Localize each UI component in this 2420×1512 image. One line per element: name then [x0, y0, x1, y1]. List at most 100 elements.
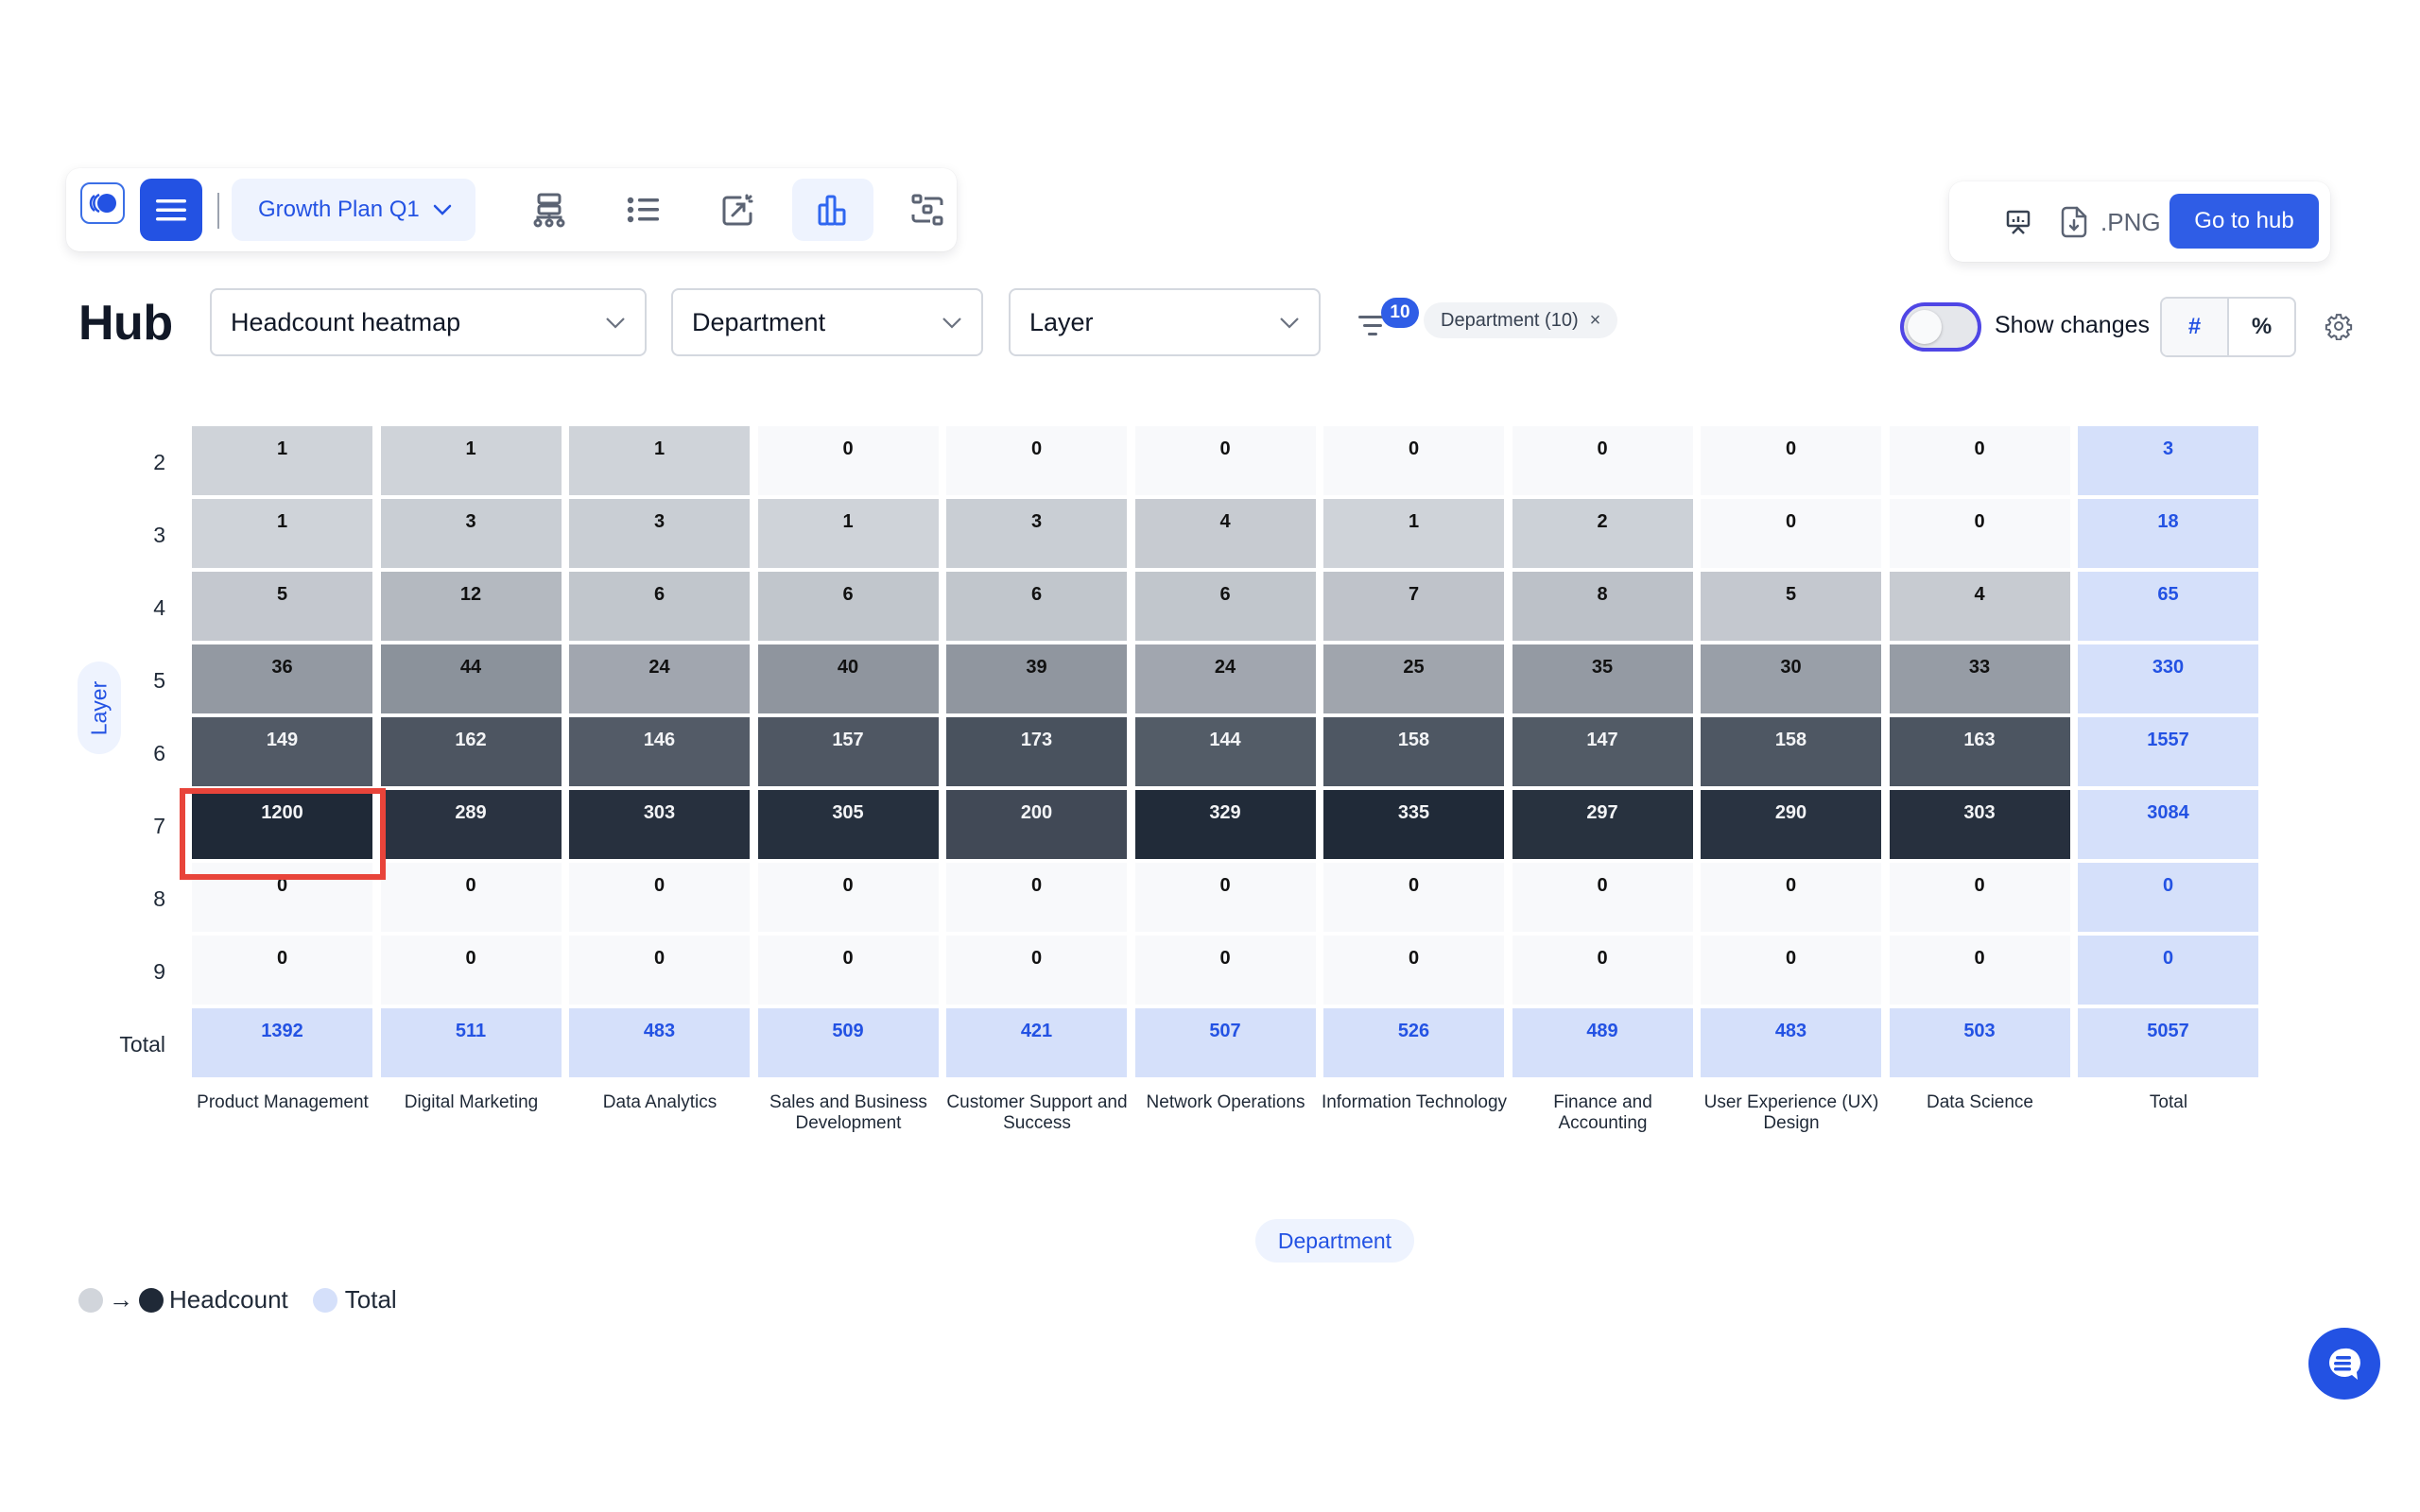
- heatmap-cell[interactable]: 36: [192, 644, 372, 713]
- heatmap-cell[interactable]: 0: [380, 936, 562, 1005]
- list-view-button[interactable]: [603, 179, 684, 241]
- layout-view-button[interactable]: [887, 179, 968, 241]
- heatmap-cell[interactable]: 0: [1701, 426, 1881, 495]
- heatmap-cell[interactable]: 0: [946, 426, 1127, 495]
- heatmap-cell[interactable]: 35: [1512, 644, 1693, 713]
- heatmap-cell[interactable]: 0: [1512, 426, 1693, 495]
- x-axis-title[interactable]: Department: [1255, 1219, 1414, 1263]
- column-total-cell[interactable]: 421: [946, 1008, 1127, 1077]
- export-view-button[interactable]: [698, 179, 779, 241]
- heatmap-cell[interactable]: 335: [1323, 790, 1504, 859]
- column-total-cell[interactable]: 483: [1701, 1008, 1881, 1077]
- heatmap-cell[interactable]: 162: [380, 717, 562, 786]
- logo-button[interactable]: [80, 182, 125, 224]
- heatmap-cell[interactable]: 0: [1889, 863, 2070, 932]
- heatmap-cell[interactable]: 0: [569, 863, 750, 932]
- heatmap-cell[interactable]: 0: [757, 426, 939, 495]
- heatmap-cell[interactable]: 3: [569, 499, 750, 568]
- heatmap-cell[interactable]: 173: [946, 717, 1127, 786]
- row-total-cell[interactable]: 3084: [2078, 790, 2258, 859]
- heatmap-cell[interactable]: 1: [569, 426, 750, 495]
- column-total-cell[interactable]: 507: [1134, 1008, 1316, 1077]
- row-total-cell[interactable]: 330: [2078, 644, 2258, 713]
- heatmap-cell[interactable]: 0: [380, 863, 562, 932]
- settings-button[interactable]: [2325, 312, 2355, 342]
- export-png-button[interactable]: .PNG: [2061, 198, 2161, 246]
- heatmap-cell[interactable]: 30: [1701, 644, 1881, 713]
- heatmap-cell[interactable]: 0: [1701, 936, 1881, 1005]
- column-total-cell[interactable]: 503: [1889, 1008, 2070, 1077]
- heatmap-cell[interactable]: 146: [569, 717, 750, 786]
- heatmap-cell[interactable]: 0: [757, 936, 939, 1005]
- heatmap-cell[interactable]: 5: [192, 572, 372, 641]
- heatmap-cell[interactable]: 0: [192, 863, 372, 932]
- heatmap-cell[interactable]: 3: [380, 499, 562, 568]
- heatmap-cell[interactable]: 290: [1701, 790, 1881, 859]
- column-total-cell[interactable]: 526: [1323, 1008, 1504, 1077]
- heatmap-cell[interactable]: 303: [569, 790, 750, 859]
- heatmap-cell[interactable]: 7: [1323, 572, 1504, 641]
- heatmap-cell[interactable]: 0: [1889, 499, 2070, 568]
- heatmap-cell[interactable]: 158: [1701, 717, 1881, 786]
- heatmap-cell[interactable]: 24: [1134, 644, 1316, 713]
- mode-percent-button[interactable]: %: [2229, 299, 2294, 355]
- heatmap-cell[interactable]: 6: [1134, 572, 1316, 641]
- row-dimension-select[interactable]: Layer: [1009, 288, 1321, 356]
- heatmap-cell[interactable]: 0: [1512, 936, 1693, 1005]
- y-axis-title[interactable]: Layer: [78, 662, 121, 754]
- row-total-cell[interactable]: 1557: [2078, 717, 2258, 786]
- row-total-cell[interactable]: 3: [2078, 426, 2258, 495]
- present-button[interactable]: [1998, 202, 2038, 242]
- heatmap-view-button[interactable]: [792, 179, 873, 241]
- heatmap-cell[interactable]: 0: [1701, 863, 1881, 932]
- row-total-cell[interactable]: 0: [2078, 863, 2258, 932]
- heatmap-cell[interactable]: 0: [1701, 499, 1881, 568]
- heatmap-cell[interactable]: 5: [1701, 572, 1881, 641]
- heatmap-cell[interactable]: 297: [1512, 790, 1693, 859]
- heatmap-cell[interactable]: 0: [1134, 936, 1316, 1005]
- heatmap-cell[interactable]: 0: [1323, 426, 1504, 495]
- menu-button[interactable]: [140, 179, 202, 241]
- heatmap-cell[interactable]: 40: [757, 644, 939, 713]
- heatmap-cell[interactable]: 0: [1512, 863, 1693, 932]
- column-total-cell[interactable]: 1392: [192, 1008, 372, 1077]
- heatmap-cell[interactable]: 1: [757, 499, 939, 568]
- heatmap-cell[interactable]: 0: [946, 936, 1127, 1005]
- heatmap-cell[interactable]: 0: [1323, 863, 1504, 932]
- heatmap-cell[interactable]: 1: [1323, 499, 1504, 568]
- heatmap-cell[interactable]: 4: [1889, 572, 2070, 641]
- heatmap-cell[interactable]: 24: [569, 644, 750, 713]
- heatmap-cell[interactable]: 0: [757, 863, 939, 932]
- heatmap-cell[interactable]: 157: [757, 717, 939, 786]
- heatmap-cell[interactable]: 0: [569, 936, 750, 1005]
- heatmap-cell[interactable]: 0: [946, 863, 1127, 932]
- heatmap-cell[interactable]: 8: [1512, 572, 1693, 641]
- plan-selector[interactable]: Growth Plan Q1: [232, 179, 475, 241]
- close-icon[interactable]: ×: [1590, 310, 1601, 332]
- view-select[interactable]: Headcount heatmap: [210, 288, 647, 356]
- filter-chip[interactable]: Department (10) ×: [1424, 302, 1618, 338]
- heatmap-cell[interactable]: 147: [1512, 717, 1693, 786]
- heatmap-cell[interactable]: 6: [569, 572, 750, 641]
- heatmap-cell[interactable]: 149: [192, 717, 372, 786]
- heatmap-cell[interactable]: 163: [1889, 717, 2070, 786]
- heatmap-cell[interactable]: 200: [946, 790, 1127, 859]
- heatmap-cell[interactable]: 0: [192, 936, 372, 1005]
- column-total-cell[interactable]: 509: [757, 1008, 939, 1077]
- column-total-cell[interactable]: 489: [1512, 1008, 1693, 1077]
- heatmap-cell[interactable]: 1: [192, 499, 372, 568]
- heatmap-cell[interactable]: 0: [1889, 426, 2070, 495]
- row-total-cell[interactable]: 18: [2078, 499, 2258, 568]
- heatmap-cell[interactable]: 0: [1134, 426, 1316, 495]
- heatmap-cell[interactable]: 3: [946, 499, 1127, 568]
- go-to-hub-button[interactable]: Go to hub: [2169, 194, 2319, 249]
- column-total-cell[interactable]: 483: [569, 1008, 750, 1077]
- row-total-cell[interactable]: 0: [2078, 936, 2258, 1005]
- heatmap-cell[interactable]: 0: [1134, 863, 1316, 932]
- heatmap-cell[interactable]: 0: [1889, 936, 2070, 1005]
- show-changes-toggle[interactable]: [1900, 302, 1981, 352]
- org-chart-view-button[interactable]: [509, 179, 590, 241]
- column-dimension-select[interactable]: Department: [671, 288, 983, 356]
- heatmap-cell[interactable]: 6: [946, 572, 1127, 641]
- heatmap-cell[interactable]: 303: [1889, 790, 2070, 859]
